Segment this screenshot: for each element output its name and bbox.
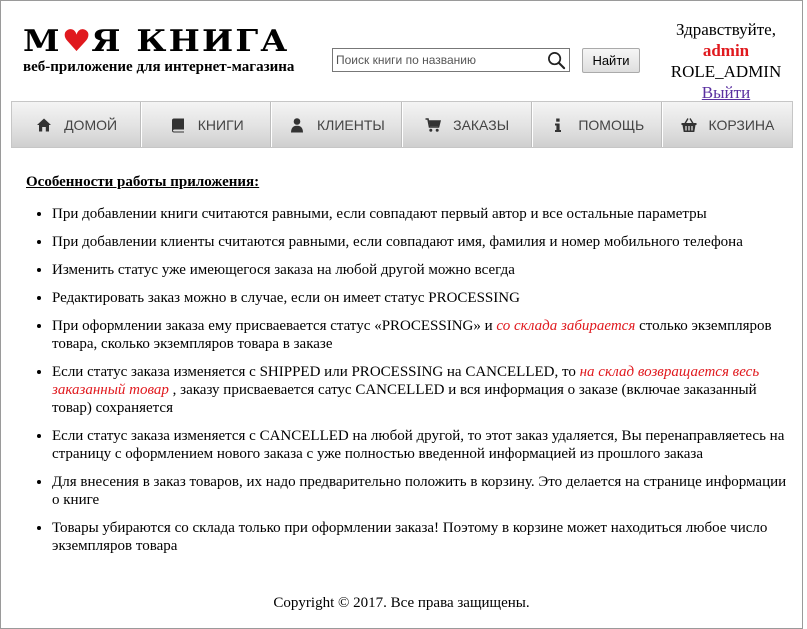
- book-icon: [171, 118, 184, 132]
- list-item: Товары убираются со склада только при оф…: [52, 519, 796, 555]
- list-item: Если статус заказа изменяется с SHIPPED …: [52, 363, 796, 417]
- logo[interactable]: М♥Я КНИГА: [23, 25, 289, 59]
- logout-link[interactable]: Выйти: [666, 82, 786, 103]
- list-item: Редактировать заказ можно в случае, если…: [52, 289, 796, 307]
- nav-item-orders[interactable]: ЗАКАЗЫ: [403, 102, 533, 147]
- page-frame: М♥Я КНИГА веб-приложение для интернет-ма…: [0, 0, 803, 629]
- basket-icon: [681, 117, 696, 132]
- user-panel: Здравствуйте, admin ROLE_ADMIN Выйти: [666, 19, 786, 103]
- rule-text: Товары убираются со склада только при оф…: [52, 520, 768, 554]
- list-item: Если статус заказа изменяется с CANCELLE…: [52, 427, 796, 463]
- section-title: Особенности работы приложения:: [26, 174, 260, 190]
- nav-item-help[interactable]: ПОМОЩЬ: [533, 102, 663, 147]
- home-icon: [37, 118, 52, 131]
- rule-text: При оформлении заказа ему присваевается …: [52, 318, 497, 334]
- nav-item-books[interactable]: КНИГИ: [142, 102, 273, 147]
- rules-list: При добавлении книги считаются равными, …: [26, 205, 796, 555]
- rule-text: Если статус заказа изменяется с SHIPPED …: [52, 364, 580, 380]
- rule-text: Изменить статус уже имеющегося заказа на…: [52, 262, 515, 278]
- nav-item-home[interactable]: ДОМОЙ: [12, 102, 143, 147]
- search-input[interactable]: [333, 49, 541, 71]
- nav-label-books: КНИГИ: [197, 116, 244, 133]
- list-item: При добавлении клиенты считаются равными…: [52, 233, 796, 251]
- rule-text: Для внесения в заказ товаров, их надо пр…: [52, 474, 787, 508]
- search-box[interactable]: [332, 48, 570, 72]
- rule-text: При добавлении клиенты считаются равными…: [52, 234, 743, 250]
- search-icon[interactable]: [547, 51, 566, 70]
- user-role: ROLE_ADMIN: [670, 62, 782, 81]
- rule-text: Если статус заказа изменяется с CANCELLE…: [52, 428, 785, 462]
- logo-letter-m: М: [23, 24, 62, 59]
- rule-text: При добавлении книги считаются равными, …: [52, 206, 707, 222]
- list-item: При оформлении заказа ему присваевается …: [52, 317, 796, 353]
- nav-label-home: ДОМОЙ: [64, 116, 118, 133]
- nav-label-orders: ЗАКАЗЫ: [453, 116, 510, 133]
- info-icon: [555, 118, 562, 132]
- logo-letter-ya: Я: [91, 24, 123, 59]
- list-item: При добавлении книги считаются равными, …: [52, 205, 796, 223]
- greeting-text: Здравствуйте,: [676, 20, 776, 39]
- main-nav: ДОМОЙ КНИГИ КЛИЕНТЫ ЗАКАЗЫ ПОМОЩЬ КОРЗИН…: [11, 101, 793, 148]
- user-icon: [291, 117, 304, 132]
- search-button[interactable]: Найти: [582, 48, 640, 73]
- logo-word-kniga: КНИГА: [136, 24, 290, 59]
- nav-label-help: ПОМОЩЬ: [578, 116, 645, 133]
- nav-item-basket[interactable]: КОРЗИНА: [663, 102, 792, 147]
- cart-icon: [425, 117, 442, 132]
- nav-label-clients: КЛИЕНТЫ: [317, 116, 385, 133]
- rule-highlight: со склада забирается: [496, 318, 636, 334]
- nav-label-basket: КОРЗИНА: [708, 116, 775, 133]
- username: admin: [702, 41, 750, 60]
- logo-subtitle: веб-приложение для интернет-магазина: [23, 59, 295, 75]
- nav-item-clients[interactable]: КЛИЕНТЫ: [272, 102, 403, 147]
- main-content: Особенности работы приложения: При добав…: [26, 174, 796, 565]
- heart-icon: ♥: [61, 24, 92, 59]
- list-item: Для внесения в заказ товаров, их надо пр…: [52, 473, 796, 509]
- rule-text: Редактировать заказ можно в случае, если…: [52, 290, 520, 306]
- footer-copyright: Copyright © 2017. Все права защищены.: [273, 595, 530, 611]
- list-item: Изменить статус уже имеющегося заказа на…: [52, 261, 796, 279]
